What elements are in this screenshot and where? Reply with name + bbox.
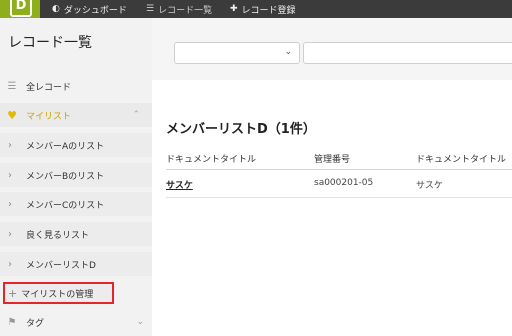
top-navigation-bar: D ◐ ダッシュボード ☰ レコード一覧 ✚ レコード登録: [0, 0, 512, 18]
tag-icon: ⚑: [7, 316, 17, 328]
sidebar-subitem-label: メンバーAのリスト: [26, 141, 105, 152]
list-icon: ☰: [146, 3, 155, 14]
sidebar-subitem-frequent[interactable]: › 良く見るリスト: [0, 222, 152, 246]
sidebar-subitem-member-b[interactable]: › メンバーBのリスト: [0, 163, 152, 187]
nav-record-list[interactable]: ☰ レコード一覧: [146, 0, 212, 18]
record-number: sa000201-05: [314, 178, 374, 188]
chevron-up-icon: ⌃: [132, 110, 140, 120]
sidebar-subitem-label: メンバーCのリスト: [26, 200, 105, 211]
table-header: ドキュメントタイトル 管理番号 ドキュメントタイトル: [166, 148, 512, 170]
sidebar-item-label: タグ: [26, 318, 45, 329]
app-logo[interactable]: D: [0, 0, 40, 18]
nav-dashboard[interactable]: ◐ ダッシュボード: [52, 0, 127, 18]
sidebar-item-label: 全レコード: [26, 82, 72, 93]
record-title: サスケ: [416, 181, 443, 191]
column-header-title-2[interactable]: ドキュメントタイトル: [416, 152, 506, 165]
column-header-number[interactable]: 管理番号: [314, 152, 350, 165]
record-title-link[interactable]: サスケ: [166, 178, 193, 191]
sidebar-subitem-label: 良く見るリスト: [26, 230, 90, 241]
page-title: メンバーリストD（1件）: [166, 122, 316, 137]
filter-bar: ⌄: [152, 18, 512, 80]
sidebar-item-tag[interactable]: ⚑ タグ ⌄: [0, 310, 152, 334]
chevron-right-icon: ›: [8, 228, 12, 240]
sidebar-subitem-member-a[interactable]: › メンバーAのリスト: [0, 133, 152, 157]
sidebar-item-label: マイリスト: [26, 111, 72, 122]
nav-dashboard-label: ダッシュボード: [63, 5, 127, 16]
chevron-right-icon: ›: [8, 139, 12, 151]
table-row[interactable]: サスケ sa000201-05 サスケ: [166, 172, 512, 198]
plus-icon: +: [8, 286, 18, 300]
chevron-right-icon: ›: [8, 258, 12, 270]
dashboard-gauge-icon: ◐: [52, 3, 60, 14]
sidebar-title: レコード一覧: [8, 35, 92, 51]
sidebar-subitem-label: メンバーBのリスト: [26, 171, 105, 182]
chevron-down-icon: ⌄: [136, 317, 144, 327]
nav-record-register[interactable]: ✚ レコード登録: [230, 0, 296, 18]
sidebar-subitem-label: メンバーリストD: [26, 260, 96, 271]
chevron-right-icon: ›: [8, 169, 12, 181]
sidebar-subitem-member-list-d[interactable]: › メンバーリストD: [0, 252, 152, 276]
nav-record-list-label: レコード一覧: [158, 5, 213, 16]
list-icon: ☰: [7, 80, 17, 92]
nav-record-register-label: レコード登録: [241, 5, 296, 16]
plus-icon: ✚: [230, 3, 238, 14]
main-content: ⌄ メンバーリストD（1件） ドキュメントタイトル 管理番号 ドキュメントタイト…: [152, 18, 512, 336]
column-header-title[interactable]: ドキュメントタイトル: [166, 152, 256, 165]
heart-icon: ♥: [7, 108, 17, 122]
app-logo-icon: D: [10, 0, 32, 17]
filter-select[interactable]: ⌄: [174, 42, 300, 64]
chevron-right-icon: ›: [8, 198, 12, 210]
sidebar-item-mylist[interactable]: ♥ マイリスト ⌃: [0, 103, 152, 127]
chevron-down-icon: ⌄: [284, 47, 292, 57]
sidebar-subitem-member-c[interactable]: › メンバーCのリスト: [0, 192, 152, 216]
sidebar-item-all-records[interactable]: ☰ 全レコード: [0, 74, 152, 98]
mylist-manage-button[interactable]: + マイリストの管理: [3, 282, 114, 304]
search-input[interactable]: [303, 42, 512, 64]
sidebar: レコード一覧 ☰ 全レコード ♥ マイリスト ⌃ › メンバーAのリスト › メ…: [0, 18, 152, 336]
mylist-manage-label: マイリストの管理: [21, 289, 94, 300]
